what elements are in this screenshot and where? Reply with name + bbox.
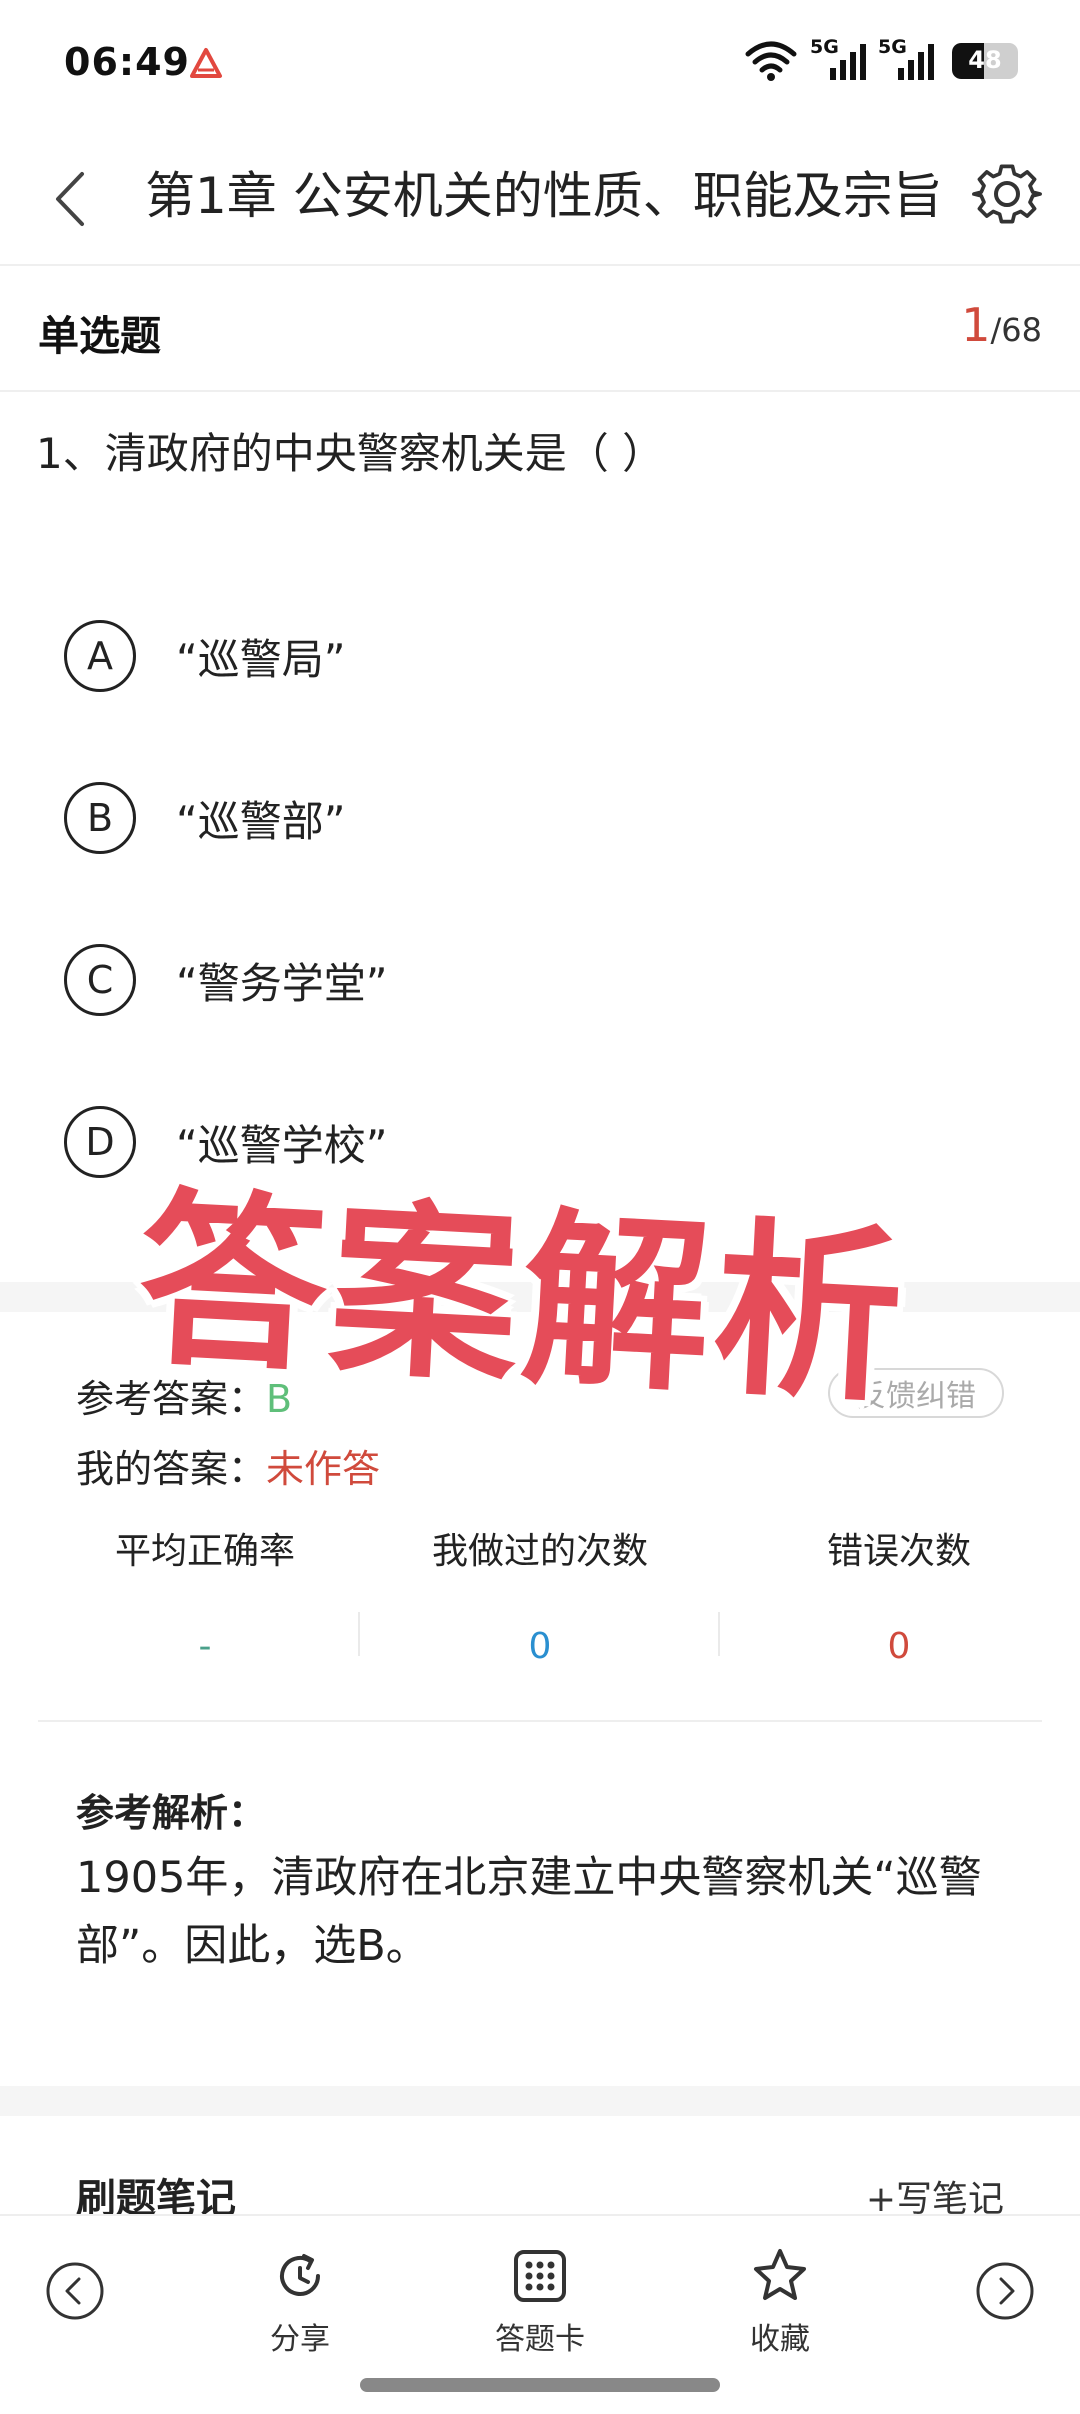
stat-divider <box>358 1612 360 1656</box>
option-letter: B <box>64 782 136 854</box>
question-type-bar: 单选题 1/68 <box>0 268 1080 392</box>
chapter-title: 第1章 公安机关的性质、职能及宗旨 <box>145 167 943 225</box>
my-answer-value: 未作答 <box>266 1447 381 1491</box>
stat-accuracy: 平均正确率 - <box>38 1518 372 1668</box>
option-c[interactable]: C “警务学堂” <box>64 938 964 1022</box>
question-type-label: 单选题 <box>38 312 161 360</box>
stat-label: 平均正确率 <box>114 1531 295 1572</box>
gear-icon[interactable] <box>972 156 1042 232</box>
chevron-left-circle-icon[interactable] <box>44 2260 106 2322</box>
app-notification-icon <box>190 48 222 78</box>
stat-value: 0 <box>887 1626 911 1667</box>
answer-card-button[interactable]: 答题卡 <box>460 2246 620 2358</box>
question-progress: 1/68 <box>961 298 1042 352</box>
overlay-title: 答案解析 <box>133 1170 912 1430</box>
wifi-icon <box>745 41 797 81</box>
my-answer: 我的答案：未作答 <box>76 1438 380 1493</box>
home-indicator[interactable] <box>360 2378 720 2392</box>
section-divider <box>0 2086 1080 2116</box>
my-answer-label: 我的答案： <box>76 1447 267 1491</box>
option-text: “巡警局” <box>176 634 346 684</box>
stat-errors: 错误次数 0 <box>732 1518 1066 1668</box>
status-time: 06:49 <box>64 40 190 84</box>
analysis-body: 1905年，清政府在北京建立中央警察机关“巡警部”。因此，选B。 <box>76 1853 982 1971</box>
chevron-right-circle-icon[interactable] <box>974 2260 1036 2322</box>
option-letter: C <box>64 944 136 1016</box>
option-letter: D <box>64 1106 136 1178</box>
stat-divider <box>718 1612 720 1656</box>
option-b[interactable]: B “巡警部” <box>64 776 964 860</box>
stat-value: - <box>198 1626 212 1667</box>
favorite-button[interactable]: 收藏 <box>700 2246 860 2358</box>
status-icons: 5G 5G 48 <box>744 36 1018 82</box>
stat-label: 我做过的次数 <box>431 1531 648 1572</box>
cell-signal-icon: 5G <box>878 36 934 82</box>
current-question-number: 1 <box>961 298 991 352</box>
top-app-bar: 第1章 公安机关的性质、职能及宗旨 <box>0 130 1080 266</box>
question-text: 1、清政府的中央警察机关是（ ） <box>36 429 665 478</box>
answer-statistics: 平均正确率 - 我做过的次数 0 错误次数 0 <box>38 1518 1042 1668</box>
battery-icon: 48 <box>952 43 1018 79</box>
option-a[interactable]: A “巡警局” <box>64 614 964 698</box>
option-text: “巡警部” <box>176 796 346 846</box>
answer-analysis-overlay: 答案解析 <box>133 1127 945 1429</box>
nav-label: 收藏 <box>750 2322 810 2357</box>
option-text: “警务学堂” <box>176 958 388 1008</box>
nav-label: 答题卡 <box>495 2322 585 2357</box>
back-arrow-icon[interactable] <box>40 164 100 234</box>
total-questions: /68 <box>990 311 1043 349</box>
battery-level: 48 <box>968 46 1002 74</box>
grid-card-icon <box>514 2250 566 2302</box>
cell-signal-icon: 5G <box>810 36 866 82</box>
share-button[interactable]: 分享 <box>220 2246 380 2358</box>
share-refresh-icon <box>280 2254 320 2296</box>
analysis-title: 参考解析： <box>76 1791 267 1835</box>
status-bar: 06:49 5G 5G 48 <box>0 0 1080 130</box>
stat-value: 0 <box>528 1626 552 1667</box>
stat-attempts: 我做过的次数 0 <box>373 1518 707 1668</box>
stat-label: 错误次数 <box>826 1531 971 1572</box>
nav-label: 分享 <box>270 2322 330 2357</box>
stats-divider <box>38 1720 1042 1722</box>
star-icon <box>754 2249 806 2300</box>
option-letter: A <box>64 620 136 692</box>
